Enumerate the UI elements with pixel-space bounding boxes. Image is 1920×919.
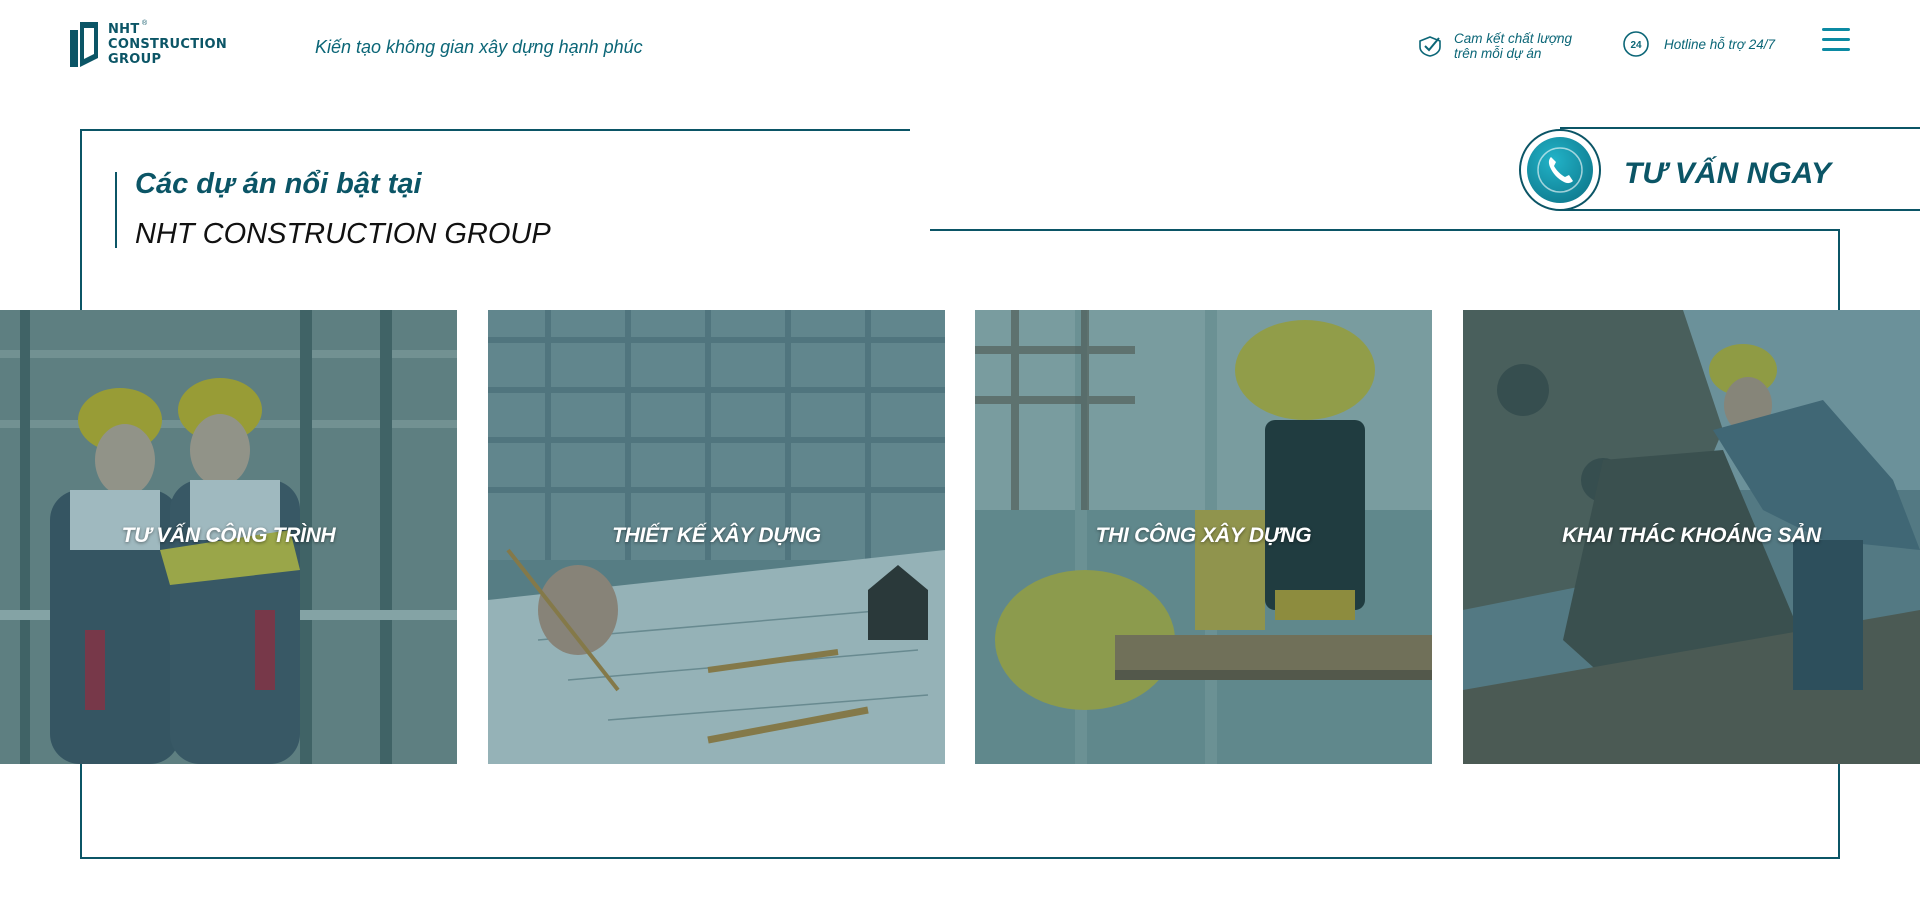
logo-line: CONSTRUCTION (108, 37, 228, 52)
logo[interactable]: NHT CONSTRUCTION GROUP ® (70, 20, 230, 70)
tagline: Kiến tạo không gian xây dựng hạnh phúc (315, 37, 643, 57)
card-label: THI CÔNG XÂY DỰNG (1095, 524, 1312, 547)
service-card-construction[interactable]: THI CÔNG XÂY DỰNG (975, 310, 1432, 764)
support-24-icon: 24 (1623, 31, 1649, 57)
frame-left-lower (80, 764, 82, 859)
heading-accent-bar (115, 172, 117, 248)
consult-now-label[interactable]: TƯ VẤN NGAY (1624, 157, 1831, 191)
card-label: THIẾT KẾ XÂY DỰNG (612, 524, 821, 547)
registered-mark: ® (142, 20, 148, 27)
consult-phone-button[interactable] (1519, 129, 1601, 211)
service-card-mining[interactable]: KHAI THÁC KHOÁNG SẢN (1463, 310, 1920, 764)
support-badge: 24 (1630, 40, 1642, 51)
phone-icon (1537, 147, 1583, 193)
logo-text: NHT CONSTRUCTION GROUP (108, 22, 227, 67)
frame-right-lower (1838, 764, 1840, 859)
service-card-design[interactable]: THIẾT KẾ XÂY DỰNG (488, 310, 945, 764)
commitment-line-1: Cam kết chất lượng (1454, 31, 1573, 46)
consult-top-line (1560, 127, 1920, 129)
hamburger-menu-icon[interactable] (1822, 28, 1850, 54)
frame-mid-line (930, 229, 1840, 231)
service-card-consulting[interactable]: TƯ VẤN CÔNG TRÌNH (0, 310, 457, 764)
card-label: TƯ VẤN CÔNG TRÌNH (121, 524, 336, 547)
frame-left-upper (80, 129, 82, 311)
quality-commitment[interactable]: Cam kết chất lượng trên mỗi dự án (1418, 31, 1572, 61)
logo-line: GROUP (108, 52, 162, 67)
hotline-label: Hotline hỗ trợ 24/7 (1664, 36, 1775, 52)
frame-bottom (80, 857, 1840, 859)
card-label: KHAI THÁC KHOÁNG SẢN (1562, 524, 1821, 547)
logo-mark-icon (70, 22, 98, 67)
frame-right-upper (1838, 229, 1840, 311)
consult-bottom-line (1560, 209, 1920, 211)
section-subtitle: NHT CONSTRUCTION GROUP (135, 218, 551, 250)
logo-line: NHT (108, 22, 140, 37)
frame-top-left (80, 129, 910, 131)
commitment-line-2: trên mỗi dự án (1454, 46, 1542, 61)
hotline[interactable]: 24 Hotline hỗ trợ 24/7 (1622, 30, 1775, 58)
section-title: Các dự án nổi bật tại (135, 168, 422, 200)
check-shield-icon (1419, 36, 1441, 57)
